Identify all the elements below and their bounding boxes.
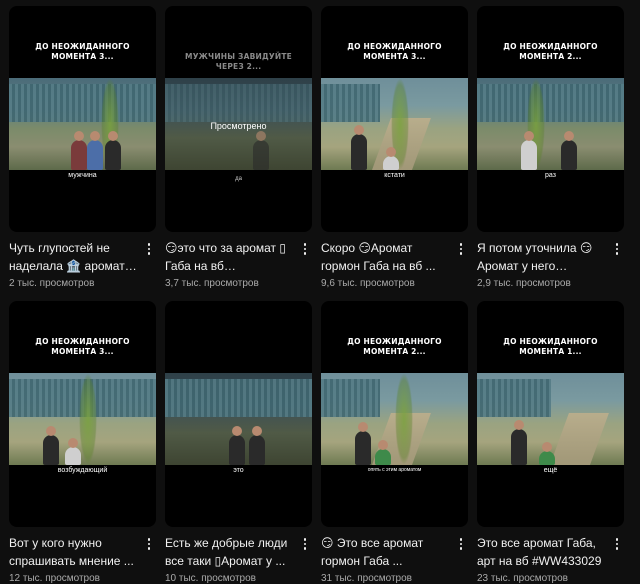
more-vert-icon[interactable]	[454, 241, 468, 257]
short-thumbnail[interactable]: это	[165, 301, 312, 527]
short-card[interactable]: ДО НЕОЖИДАННОГО МОМЕНТА 2... раз Я потом…	[477, 0, 624, 289]
view-count: 9,6 тыс. просмотров	[321, 278, 415, 289]
short-thumbnail[interactable]: ДО НЕОЖИДАННОГО МОМЕНТА 1... ещё	[477, 301, 624, 527]
more-vert-icon[interactable]	[142, 241, 156, 257]
thumbnail-overlay-text: ДО НЕОЖИДАННОГО МОМЕНТА 3...	[35, 42, 130, 61]
thumbnail-overlay-text: ДО НЕОЖИДАННОГО МОМЕНТА 3...	[35, 337, 130, 356]
video-frame	[9, 373, 156, 465]
view-count: 2 тыс. просмотров	[9, 278, 95, 289]
view-count: 3,7 тыс. просмотров	[165, 278, 259, 289]
short-thumbnail[interactable]: ДО НЕОЖИДАННОГО МОМЕНТА 3... мужчина	[9, 6, 156, 232]
short-card[interactable]: ДО НЕОЖИДАННОГО МОМЕНТА 3... мужчина Чут…	[9, 0, 156, 289]
short-thumbnail[interactable]: ДО НЕОЖИДАННОГО МОМЕНТА 2... раз	[477, 6, 624, 232]
view-count: 2,9 тыс. просмотров	[477, 278, 571, 289]
view-count: 12 тыс. просмотров	[9, 573, 100, 584]
short-title[interactable]: Я потом уточнила 😏 Аромат у него гармон.…	[477, 239, 605, 275]
thumbnail-caption: это	[233, 467, 244, 474]
more-vert-icon[interactable]	[298, 536, 312, 552]
short-card[interactable]: МУЖЧИНЫ ЗАВИДУЙТЕ ЧЕРЕЗ 2... Просмотрено…	[165, 0, 312, 289]
video-frame	[477, 373, 624, 465]
thumbnail-caption: раз	[545, 172, 556, 179]
more-vert-icon[interactable]	[610, 536, 624, 552]
video-frame	[477, 78, 624, 170]
thumbnail-overlay-text: ДО НЕОЖИДАННОГО МОМЕНТА 3...	[347, 42, 442, 61]
view-count: 31 тыс. просмотров	[321, 573, 412, 584]
short-title[interactable]: Скоро 😏Аромат гормон Габа на вб ...	[321, 239, 449, 275]
more-vert-icon[interactable]	[298, 241, 312, 257]
thumbnail-caption: кстати	[384, 172, 405, 179]
short-title[interactable]: Чуть глупостей не наделала 🏦 аромат ...	[9, 239, 137, 275]
short-thumbnail[interactable]: МУЖЧИНЫ ЗАВИДУЙТЕ ЧЕРЕЗ 2... Просмотрено…	[165, 6, 312, 232]
short-thumbnail[interactable]: ДО НЕОЖИДАННОГО МОМЕНТА 3... кстати	[321, 6, 468, 232]
video-frame	[321, 373, 468, 465]
video-frame	[9, 78, 156, 170]
short-title[interactable]: Есть же добрые люди все таки ▯Аромат у .…	[165, 534, 293, 570]
short-thumbnail[interactable]: ДО НЕОЖИДАННОГО МОМЕНТА 2... опять с эти…	[321, 301, 468, 527]
short-card[interactable]: ДО НЕОЖИДАННОГО МОМЕНТА 3... кстати Скор…	[321, 0, 468, 289]
short-thumbnail[interactable]: ДО НЕОЖИДАННОГО МОМЕНТА 3... возбуждающи…	[9, 301, 156, 527]
short-card[interactable]: ДО НЕОЖИДАННОГО МОМЕНТА 1... ещё Это все…	[477, 295, 624, 584]
view-count: 10 тыс. просмотров	[165, 573, 256, 584]
short-title[interactable]: 😏это что за аромат ▯ Габа на вб #WW43302…	[165, 239, 293, 275]
more-vert-icon[interactable]	[454, 536, 468, 552]
short-card[interactable]: это Есть же добрые люди все таки ▯Аромат…	[165, 295, 312, 584]
more-vert-icon[interactable]	[610, 241, 624, 257]
short-title[interactable]: 😏 Это все аромат гормон Габа ...	[321, 534, 449, 570]
thumbnail-caption: да	[235, 176, 242, 182]
short-title[interactable]: Вот у кого нужно спрашивать мнение ...	[9, 534, 137, 570]
thumbnail-caption: ещё	[543, 467, 558, 474]
thumbnail-caption: опять с этим ароматом	[367, 467, 422, 473]
video-frame	[321, 78, 468, 170]
thumbnail-overlay-text: ДО НЕОЖИДАННОГО МОМЕНТА 2...	[503, 42, 598, 61]
more-vert-icon[interactable]	[142, 536, 156, 552]
view-count: 23 тыс. просмотров	[477, 573, 568, 584]
short-title[interactable]: Это все аромат Габа, арт на вб #WW433029	[477, 534, 605, 570]
short-card[interactable]: ДО НЕОЖИДАННОГО МОМЕНТА 2... опять с эти…	[321, 295, 468, 584]
thumbnail-overlay-text: ДО НЕОЖИДАННОГО МОМЕНТА 1...	[503, 337, 598, 356]
thumbnail-caption: мужчина	[68, 172, 97, 179]
thumbnail-overlay-text: ДО НЕОЖИДАННОГО МОМЕНТА 2...	[347, 337, 442, 356]
video-frame	[165, 373, 312, 465]
shorts-grid: ДО НЕОЖИДАННОГО МОМЕНТА 3... мужчина Чут…	[0, 0, 640, 584]
short-card[interactable]: ДО НЕОЖИДАННОГО МОМЕНТА 3... возбуждающи…	[9, 295, 156, 584]
thumbnail-overlay-text: МУЖЧИНЫ ЗАВИДУЙТЕ ЧЕРЕЗ 2...	[185, 52, 292, 71]
watched-label: Просмотрено	[210, 121, 267, 131]
thumbnail-caption: возбуждающий	[57, 467, 108, 474]
